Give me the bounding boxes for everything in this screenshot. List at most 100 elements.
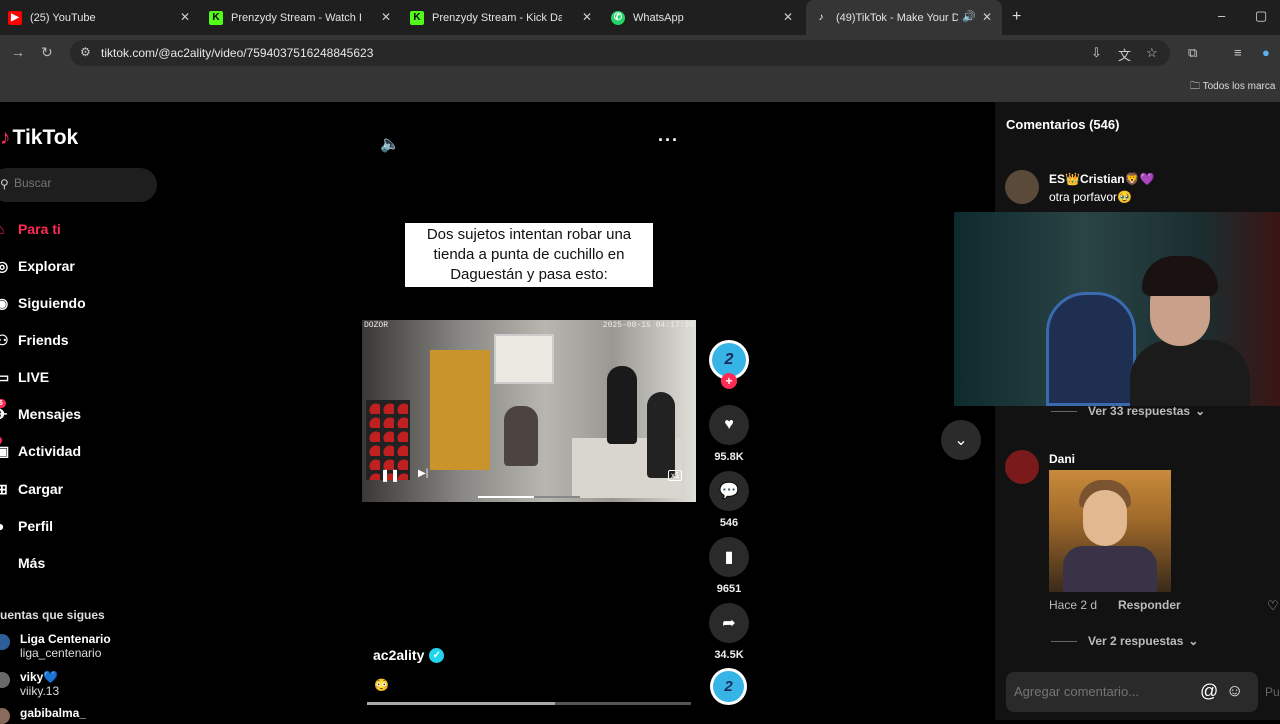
mention-icon[interactable]: @ (1200, 681, 1218, 702)
search-box[interactable]: ⚲ (0, 168, 157, 202)
avatar-logo-text: 2 (712, 343, 746, 377)
nav-mensajes[interactable]: ✈36Mensajes (0, 398, 81, 427)
audio-playing-icon[interactable]: 🔊 (962, 10, 976, 23)
like-action[interactable]: ♥ 95.8K (709, 405, 749, 463)
reload-icon[interactable]: ↻ (41, 44, 53, 61)
tab-kick-dashboard[interactable]: K Prenzydy Stream - Kick Dashbo ✕ (402, 0, 602, 35)
nav-mas[interactable]: ·Más (0, 550, 45, 576)
maximize-icon[interactable]: ▢ (1255, 8, 1267, 24)
view-replies-button[interactable]: Ver 2 respuestas ⌄ (1051, 634, 1198, 648)
volume-icon[interactable]: 🔈 (380, 134, 400, 154)
close-tab-icon[interactable]: ✕ (582, 10, 592, 24)
nav-explorar[interactable]: ◎ Explorar (0, 253, 75, 279)
extensions-icon[interactable]: ⧉ (1188, 45, 1197, 61)
activity-badge: 3 (0, 435, 2, 445)
tiktok-logo[interactable]: ♪TikTok (0, 126, 78, 150)
more-options-icon[interactable]: ··· (658, 130, 679, 151)
replies-label: Ver 33 respuestas (1088, 404, 1191, 418)
translate-icon[interactable]: 文 (1118, 45, 1131, 64)
comment-text: otra porfavor🥹 (1049, 190, 1132, 204)
video-progress-bar[interactable] (478, 496, 580, 498)
video-frame-person (647, 392, 675, 478)
comments-panel: Comentarios (546) ES👑Cristian🦁💜 otra por… (995, 102, 1280, 720)
gif-figure-face (1083, 490, 1127, 546)
comment-input-box: @ ☺ (1006, 672, 1258, 712)
nav-label: Cargar (18, 481, 64, 497)
author-name[interactable]: ac2ality ✓ (373, 647, 445, 663)
kick-icon: K (410, 10, 424, 25)
tab-whatsapp[interactable]: ✆ WhatsApp ✕ (603, 0, 803, 35)
folder-icon: 🗀 (1190, 81, 1203, 92)
comment-author[interactable]: Dani (1049, 452, 1075, 466)
bookmarks-label: Todos los marca (1202, 81, 1276, 92)
feed-progress-bar[interactable] (367, 702, 691, 705)
follow-plus-button[interactable]: + (721, 373, 737, 389)
video-feed: 🔈 ··· Dos sujetos intentan robar una tie… (170, 102, 995, 720)
comment-icon[interactable]: 💬 (709, 471, 749, 511)
nav-live[interactable]: ▭ LIVE (0, 364, 49, 390)
comment-action[interactable]: 💬 546 (709, 471, 749, 529)
close-tab-icon[interactable]: ✕ (982, 10, 992, 24)
replies-label: Ver 2 respuestas (1088, 634, 1184, 648)
all-bookmarks-folder[interactable]: 🗀 Todos los marca (1190, 79, 1275, 96)
avatar[interactable] (1005, 450, 1039, 484)
bookmark-icon[interactable]: ▮ (709, 537, 749, 577)
nav-perfil[interactable]: ● Perfil (0, 513, 53, 539)
comment-input[interactable] (1014, 684, 1194, 699)
minimize-icon[interactable]: – (1218, 8, 1225, 23)
nav-friends[interactable]: ⚇ Friends (0, 327, 69, 353)
nav-label: Friends (18, 332, 69, 348)
emoji-icon[interactable]: ☺ (1226, 681, 1243, 701)
tab-tiktok[interactable]: ♪ (49)TikTok - Make Your Day 🔊 ✕ (806, 0, 1002, 35)
post-comment-button[interactable]: Pu (1265, 685, 1280, 699)
new-tab-icon[interactable]: + (1012, 8, 1021, 26)
camera-label: DOZOR (364, 321, 389, 330)
share-icon[interactable]: ➦ (709, 603, 749, 643)
whatsapp-icon: ✆ (611, 10, 625, 25)
nav-actividad[interactable]: ▣3Actividad (0, 435, 81, 464)
heart-icon[interactable]: ♥ (709, 405, 749, 445)
address-bar[interactable]: ⚙ tiktok.com/@ac2ality/video/75940375162… (70, 40, 1170, 66)
reply-button[interactable]: Responder (1118, 598, 1181, 612)
bookmark-star-icon[interactable]: ☆ (1146, 45, 1158, 61)
site-info-icon[interactable]: ⚙ (80, 45, 91, 59)
comment-author[interactable]: ES👑Cristian🦁💜 (1049, 172, 1155, 186)
tab-title: (49)TikTok - Make Your Day (836, 11, 958, 24)
close-tab-icon[interactable]: ✕ (381, 10, 391, 24)
tiktok-note-icon: ♪ (0, 126, 11, 149)
comment-like-icon[interactable]: ♡ (1267, 598, 1279, 614)
pause-icon[interactable]: ❚❚ (380, 468, 400, 482)
video-progress-fill (478, 496, 535, 498)
music-avatar[interactable]: 2 (710, 668, 747, 705)
install-app-icon[interactable]: ⇩ (1091, 45, 1102, 61)
avatar (0, 672, 10, 688)
skip-icon[interactable]: ▶| (418, 468, 428, 479)
youtube-icon: ▶ (8, 10, 22, 25)
nav-para-ti[interactable]: ⌂ Para ti (0, 216, 61, 242)
next-video-button[interactable]: ⌄ (941, 420, 981, 460)
tab-kick-watch[interactable]: K Prenzydy Stream - Watch Live o ✕ (201, 0, 401, 35)
nav-cargar[interactable]: ⊞ Cargar (0, 476, 63, 502)
profile-avatar-icon[interactable]: ● (1262, 45, 1270, 60)
nav-label: Siguiendo (18, 295, 86, 311)
share-count: 34.5K (714, 649, 744, 661)
avatar[interactable] (1005, 170, 1039, 204)
save-action[interactable]: ▮ 9651 (709, 537, 749, 595)
forward-icon[interactable]: → (11, 44, 25, 60)
video-frame-person (607, 366, 637, 444)
close-tab-icon[interactable]: ✕ (180, 10, 190, 24)
divider (1051, 410, 1077, 412)
tab-youtube[interactable]: ▶ (25) YouTube ✕ (0, 0, 200, 35)
browser-toolbar: → ↻ ⚙ tiktok.com/@ac2ality/video/7594037… (0, 35, 1280, 71)
nav-siguiendo[interactable]: ◉ Siguiendo (0, 290, 86, 316)
share-action[interactable]: ➦ 34.5K (709, 603, 749, 661)
close-tab-icon[interactable]: ✕ (783, 10, 793, 24)
video-player[interactable]: DOZOR 2025-08-15 04:17:30 ❚❚ ▶| x1 (362, 320, 696, 502)
search-input[interactable] (14, 176, 134, 190)
media-control-icon[interactable]: ≡ (1234, 45, 1242, 60)
playback-speed[interactable]: x1 (668, 470, 683, 481)
view-replies-button[interactable]: Ver 33 respuestas ⌄ (1051, 404, 1205, 418)
avatar (0, 634, 10, 650)
account-name: Liga Centenario (20, 632, 111, 646)
tab-title: (25) YouTube (30, 11, 96, 24)
